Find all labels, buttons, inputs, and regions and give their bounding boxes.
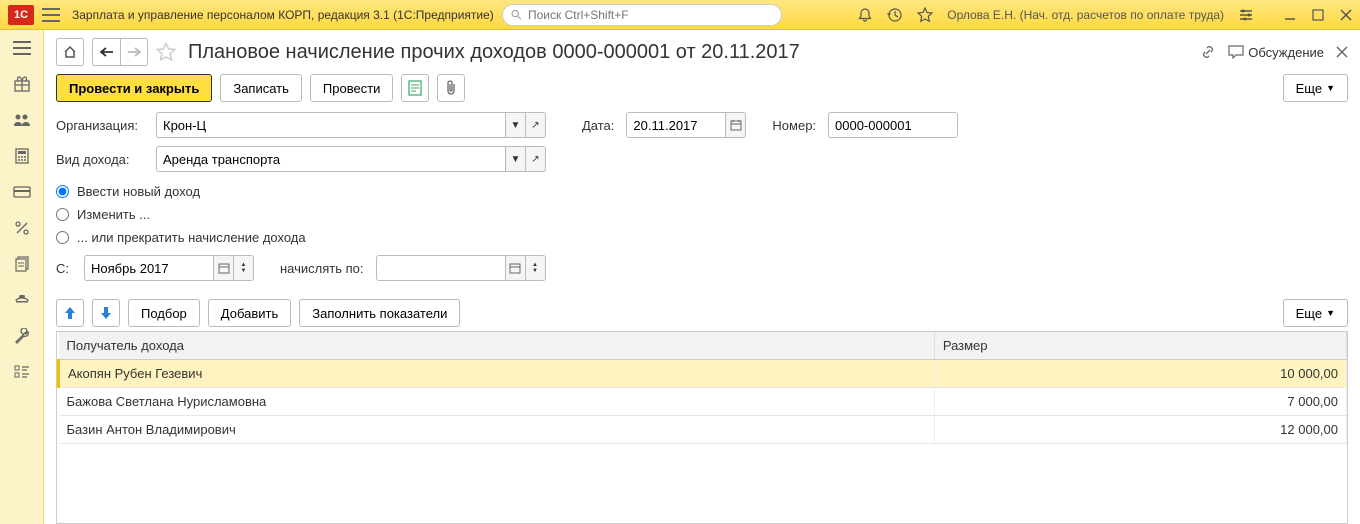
nav-back-button[interactable]	[92, 38, 120, 66]
date-label: Дата:	[582, 118, 614, 133]
sidebar-safety-icon[interactable]	[12, 290, 32, 310]
pick-button[interactable]: Подбор	[128, 299, 200, 327]
history-icon[interactable]	[887, 7, 903, 23]
radio-change-income[interactable]: Изменить ...	[56, 203, 1348, 226]
date-input[interactable]	[626, 112, 726, 138]
radio-new-income[interactable]: Ввести новый доход	[56, 180, 1348, 203]
toolbar-more-button[interactable]: Еще ▼	[1283, 74, 1348, 102]
org-input-combo[interactable]: ▼ ↗	[156, 112, 546, 138]
bell-icon[interactable]	[857, 7, 873, 23]
sidebar-list-icon[interactable]	[12, 362, 32, 382]
from-label: С:	[56, 261, 72, 276]
income-type-combo[interactable]: ▼ ↗	[156, 146, 546, 172]
org-label: Организация:	[56, 118, 148, 133]
number-label: Номер:	[772, 118, 816, 133]
nav-forward-button[interactable]	[120, 38, 148, 66]
accrue-to-combo[interactable]: ▲▼	[376, 255, 546, 281]
from-date-input[interactable]	[84, 255, 214, 281]
discussion-button[interactable]: Обсуждение	[1228, 45, 1324, 60]
star-icon[interactable]	[917, 7, 933, 23]
col-recipient[interactable]: Получатель дохода	[59, 332, 935, 360]
report-button[interactable]	[401, 74, 429, 102]
settings-lines-icon[interactable]	[1238, 7, 1254, 23]
accrue-to-spinner-icon[interactable]: ▲▼	[526, 255, 546, 281]
post-and-close-button[interactable]: Провести и закрыть	[56, 74, 212, 102]
recipients-table: Получатель дохода Размер Акопян Рубен Ге…	[56, 331, 1348, 524]
table-row[interactable]: Акопян Рубен Гезевич10 000,00	[59, 360, 1347, 388]
radio-stop-income[interactable]: ... или прекратить начисление дохода	[56, 226, 1348, 249]
number-input[interactable]	[828, 112, 958, 138]
move-up-button[interactable]	[56, 299, 84, 327]
sidebar-people-icon[interactable]	[12, 110, 32, 130]
cell-recipient[interactable]: Бажова Светлана Нурисламовна	[59, 388, 935, 416]
app-topbar: 1C Зарплата и управление персоналом КОРП…	[0, 0, 1360, 30]
org-open-icon[interactable]: ↗	[526, 112, 546, 138]
table-row[interactable]: Базин Антон Владимирович12 000,00	[59, 416, 1347, 444]
logo-1c: 1C	[8, 5, 34, 25]
document-title: Плановое начисление прочих доходов 0000-…	[188, 41, 1192, 64]
add-button[interactable]: Добавить	[208, 299, 291, 327]
move-down-button[interactable]	[92, 299, 120, 327]
sidebar-menu-icon[interactable]	[12, 38, 32, 58]
date-calendar-icon[interactable]	[726, 112, 746, 138]
post-button[interactable]: Провести	[310, 74, 394, 102]
close-doc-icon[interactable]	[1336, 46, 1348, 58]
from-date-combo[interactable]: ▲▼	[84, 255, 254, 281]
from-spinner-icon[interactable]: ▲▼	[234, 255, 254, 281]
app-title: Зарплата и управление персоналом КОРП, р…	[72, 8, 494, 22]
table-row[interactable]: Бажова Светлана Нурисламовна7 000,00	[59, 388, 1347, 416]
accrue-to-label: начислять по:	[280, 261, 364, 276]
home-button[interactable]	[56, 38, 84, 66]
sidebar-gift-icon[interactable]	[12, 74, 32, 94]
cell-recipient[interactable]: Акопян Рубен Гезевич	[59, 360, 935, 388]
minimize-icon[interactable]	[1284, 9, 1296, 21]
income-type-label: Вид дохода:	[56, 152, 148, 167]
user-name[interactable]: Орлова Е.Н. (Нач. отд. расчетов по оплат…	[947, 8, 1224, 22]
favorite-star-icon[interactable]	[156, 42, 176, 62]
chat-icon	[1228, 45, 1244, 59]
sidebar-wrench-icon[interactable]	[12, 326, 32, 346]
attachment-button[interactable]	[437, 74, 465, 102]
col-amount[interactable]: Размер	[934, 332, 1346, 360]
sidebar-card-icon[interactable]	[12, 182, 32, 202]
org-dropdown-icon[interactable]: ▼	[506, 112, 526, 138]
accrue-to-calendar-icon[interactable]	[506, 255, 526, 281]
sidebar-docs-icon[interactable]	[12, 254, 32, 274]
maximize-icon[interactable]	[1312, 9, 1324, 21]
income-type-dropdown-icon[interactable]: ▼	[506, 146, 526, 172]
org-input[interactable]	[156, 112, 506, 138]
accrue-to-input[interactable]	[376, 255, 506, 281]
cell-recipient[interactable]: Базин Антон Владимирович	[59, 416, 935, 444]
income-type-input[interactable]	[156, 146, 506, 172]
save-button[interactable]: Записать	[220, 74, 302, 102]
search-input[interactable]	[528, 8, 773, 22]
global-search[interactable]	[502, 4, 782, 26]
sidebar-calculator-icon[interactable]	[12, 146, 32, 166]
main-menu-icon[interactable]	[42, 8, 60, 22]
left-sidebar	[0, 30, 44, 524]
fill-indicators-button[interactable]: Заполнить показатели	[299, 299, 460, 327]
link-icon[interactable]	[1200, 44, 1216, 60]
from-calendar-icon[interactable]	[214, 255, 234, 281]
sidebar-percent-icon[interactable]	[12, 218, 32, 238]
cell-amount[interactable]: 12 000,00	[934, 416, 1346, 444]
close-icon[interactable]	[1340, 9, 1352, 21]
date-input-combo[interactable]	[626, 112, 746, 138]
cell-amount[interactable]: 10 000,00	[934, 360, 1346, 388]
cell-amount[interactable]: 7 000,00	[934, 388, 1346, 416]
search-icon	[511, 9, 522, 21]
table-more-button[interactable]: Еще ▼	[1283, 299, 1348, 327]
income-type-open-icon[interactable]: ↗	[526, 146, 546, 172]
